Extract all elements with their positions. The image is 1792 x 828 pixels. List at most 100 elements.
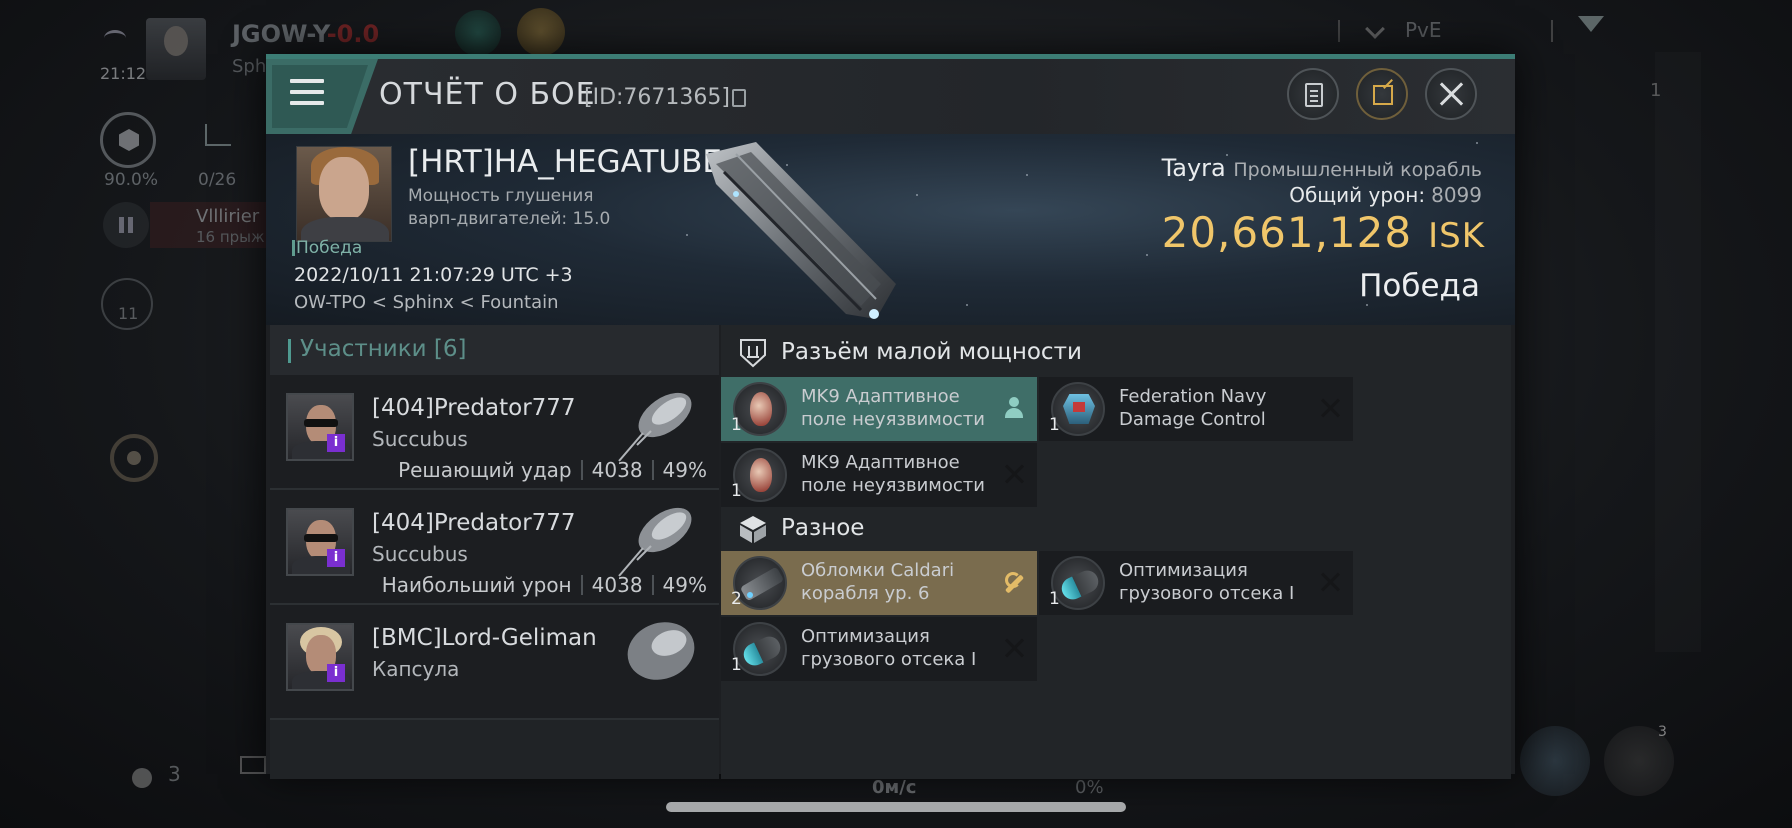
item-row[interactable]: 1 Оптимизация грузового отсека I <box>721 617 1037 681</box>
outcome-label: Победа <box>1359 268 1480 304</box>
succubus-ship-icon <box>618 392 692 462</box>
kill-location[interactable]: OW-TPO < Sphinx < Fountain <box>294 292 559 313</box>
victim-ship[interactable]: Tayra Промышленный корабль <box>1162 154 1482 182</box>
participant-role: Наибольший урон <box>381 573 572 597</box>
participant-name: [404]Predator777 <box>372 510 576 536</box>
item-quantity: 1 <box>1049 589 1060 609</box>
info-badge-icon[interactable]: i <box>327 664 345 682</box>
participant-ship: Капсула <box>372 657 460 681</box>
low-slot-icon <box>740 339 766 368</box>
ship-class: Промышленный корабль <box>1233 159 1482 181</box>
system-security: -0.0 <box>326 20 380 48</box>
item-name: MK9 Адаптивное поле неуязвимости <box>801 386 985 430</box>
info-badge-icon[interactable]: i <box>327 549 345 567</box>
item-row[interactable]: 2 Обломки Caldari корабля ур. 6 <box>721 551 1037 615</box>
hamburger-icon <box>290 79 324 107</box>
participant-name: [BMC]Lord-Geliman <box>372 625 597 651</box>
item-name: Federation Navy Damage Control <box>1119 386 1267 430</box>
share-button[interactable] <box>1356 68 1408 120</box>
victim-stat-line2: варп-двигателей: 15.0 <box>408 209 611 229</box>
participant-name: [404]Predator777 <box>372 395 576 421</box>
mail-icon[interactable] <box>240 756 266 774</box>
alliance-medal-icon[interactable] <box>517 8 565 56</box>
share-icon <box>1373 85 1393 105</box>
section-misc: Разное <box>721 501 1511 556</box>
participant-row[interactable]: i [BMC]Lord-Geliman Капсула <box>270 605 719 720</box>
left-hud: 90.0% 0/26 Vlllirier 16 прыж. 11 3 <box>0 80 270 828</box>
copy-icon[interactable] <box>732 89 746 107</box>
victim-ship-image[interactable] <box>696 134 956 325</box>
pause-icon[interactable] <box>103 202 149 248</box>
item-row[interactable]: 1 Оптимизация грузового отсека I <box>1039 551 1353 615</box>
route-destination: Vlllirier <box>196 206 260 227</box>
item-row[interactable]: 1 MK9 Адаптивное поле неуязвимости <box>721 377 1037 441</box>
game-screen: 21:12 JGOW-Y-0.0 Sph PvE 90.0% 0/26 Vlll… <box>0 0 1792 828</box>
cube-icon <box>740 516 766 543</box>
participant-row[interactable]: i [404]Predator777 Succubus Наибольший у… <box>270 490 719 605</box>
corp-emblem-icon[interactable] <box>455 10 501 56</box>
mode-label[interactable]: PvE <box>1405 18 1442 42</box>
item-quantity: 1 <box>731 655 742 675</box>
module-badge: 3 <box>1658 724 1667 740</box>
participants-header: Участники [6] <box>270 325 719 375</box>
right-side-panel <box>1655 52 1701 652</box>
percent-readout: 0% <box>1075 777 1104 798</box>
dropped-person-icon <box>1003 397 1025 419</box>
participants-panel[interactable]: Участники [6] i [404]Predator777 Succubu… <box>270 325 719 779</box>
succubus-ship-icon <box>618 507 692 577</box>
participant-role: Решающий удар <box>398 458 572 482</box>
wifi-icon <box>104 30 126 46</box>
destroyed-x-icon <box>1003 463 1025 485</box>
participants-title: Участники [6] <box>300 336 467 362</box>
section-low-slot-title: Разъём малой мощности <box>781 339 1082 365</box>
chart-count: 0/26 <box>198 170 237 190</box>
wrench-icon <box>1003 571 1025 593</box>
ship-name: Tayra <box>1161 154 1226 182</box>
info-badge-icon[interactable]: i <box>327 434 345 452</box>
report-id: [ID:7671365] <box>584 85 730 110</box>
divider <box>1551 20 1553 42</box>
dialog-title: ОТЧЁТ О БОЕ <box>379 77 596 112</box>
kill-date: 2022/10/11 21:07:29 UTC +3 <box>294 264 573 286</box>
home-indicator[interactable] <box>666 802 1126 812</box>
cargo-icon[interactable] <box>100 112 156 168</box>
isk-unit: ISK <box>1428 216 1485 256</box>
destroyed-x-icon <box>1319 397 1341 419</box>
route-jumps: 16 прыж. <box>196 228 270 246</box>
section-low-slot: Разъём малой мощности <box>721 325 1511 380</box>
isk-value: 20,661,128 ISK <box>1161 208 1485 257</box>
destroyed-x-icon <box>1319 571 1341 593</box>
section-misc-title: Разное <box>781 515 865 541</box>
people-icon[interactable] <box>132 768 152 788</box>
player-avatar[interactable] <box>146 18 206 80</box>
participant-stats: Наибольший урон 4038 49% <box>382 573 707 597</box>
victim-result-tag: Победа <box>291 238 363 258</box>
victim-name[interactable]: [HRT]HA_HEGATUBE <box>408 144 722 180</box>
item-name: Обломки Caldari корабля ур. 6 <box>801 560 955 604</box>
item-row[interactable]: 1 Federation Navy Damage Control <box>1039 377 1353 441</box>
participant-percent: 49% <box>662 458 707 482</box>
system-name[interactable]: JGOW-Y-0.0 <box>232 20 379 48</box>
combat-report-dialog: ОТЧЁТ О БОЕ [ID:7671365] [HRT]HA_HEGATUB… <box>266 54 1515 779</box>
notes-button[interactable] <box>1287 68 1339 120</box>
participant-ship: Succubus <box>372 427 468 451</box>
chart-icon[interactable] <box>205 124 231 146</box>
total-damage-value: 8099 <box>1431 183 1482 207</box>
close-button[interactable] <box>1425 68 1477 120</box>
participant-stats: Решающий удар 4038 49% <box>398 458 707 482</box>
victim-portrait[interactable] <box>296 146 392 242</box>
module-slot-icon[interactable] <box>1520 726 1590 796</box>
right-counter: 1 <box>1650 80 1662 101</box>
participant-row[interactable]: i [404]Predator777 Succubus Решающий уда… <box>270 375 719 490</box>
item-name: Оптимизация грузового отсека I <box>1119 560 1295 604</box>
destroyed-x-icon <box>1003 637 1025 659</box>
target-icon[interactable] <box>110 434 158 482</box>
menu-button[interactable] <box>266 59 378 134</box>
chevron-down-icon[interactable] <box>1365 19 1385 39</box>
items-panel[interactable]: Разъём малой мощности 1 MK9 Адаптивное п… <box>721 325 1511 779</box>
item-name: MK9 Адаптивное поле неуязвимости <box>801 452 985 496</box>
capsule-ship-icon <box>627 622 695 680</box>
victim-banner: [HRT]HA_HEGATUBE Мощность глушения варп-… <box>266 134 1515 325</box>
filter-icon[interactable] <box>1578 16 1604 42</box>
item-row[interactable]: 1 MK9 Адаптивное поле неуязвимости <box>721 443 1037 507</box>
